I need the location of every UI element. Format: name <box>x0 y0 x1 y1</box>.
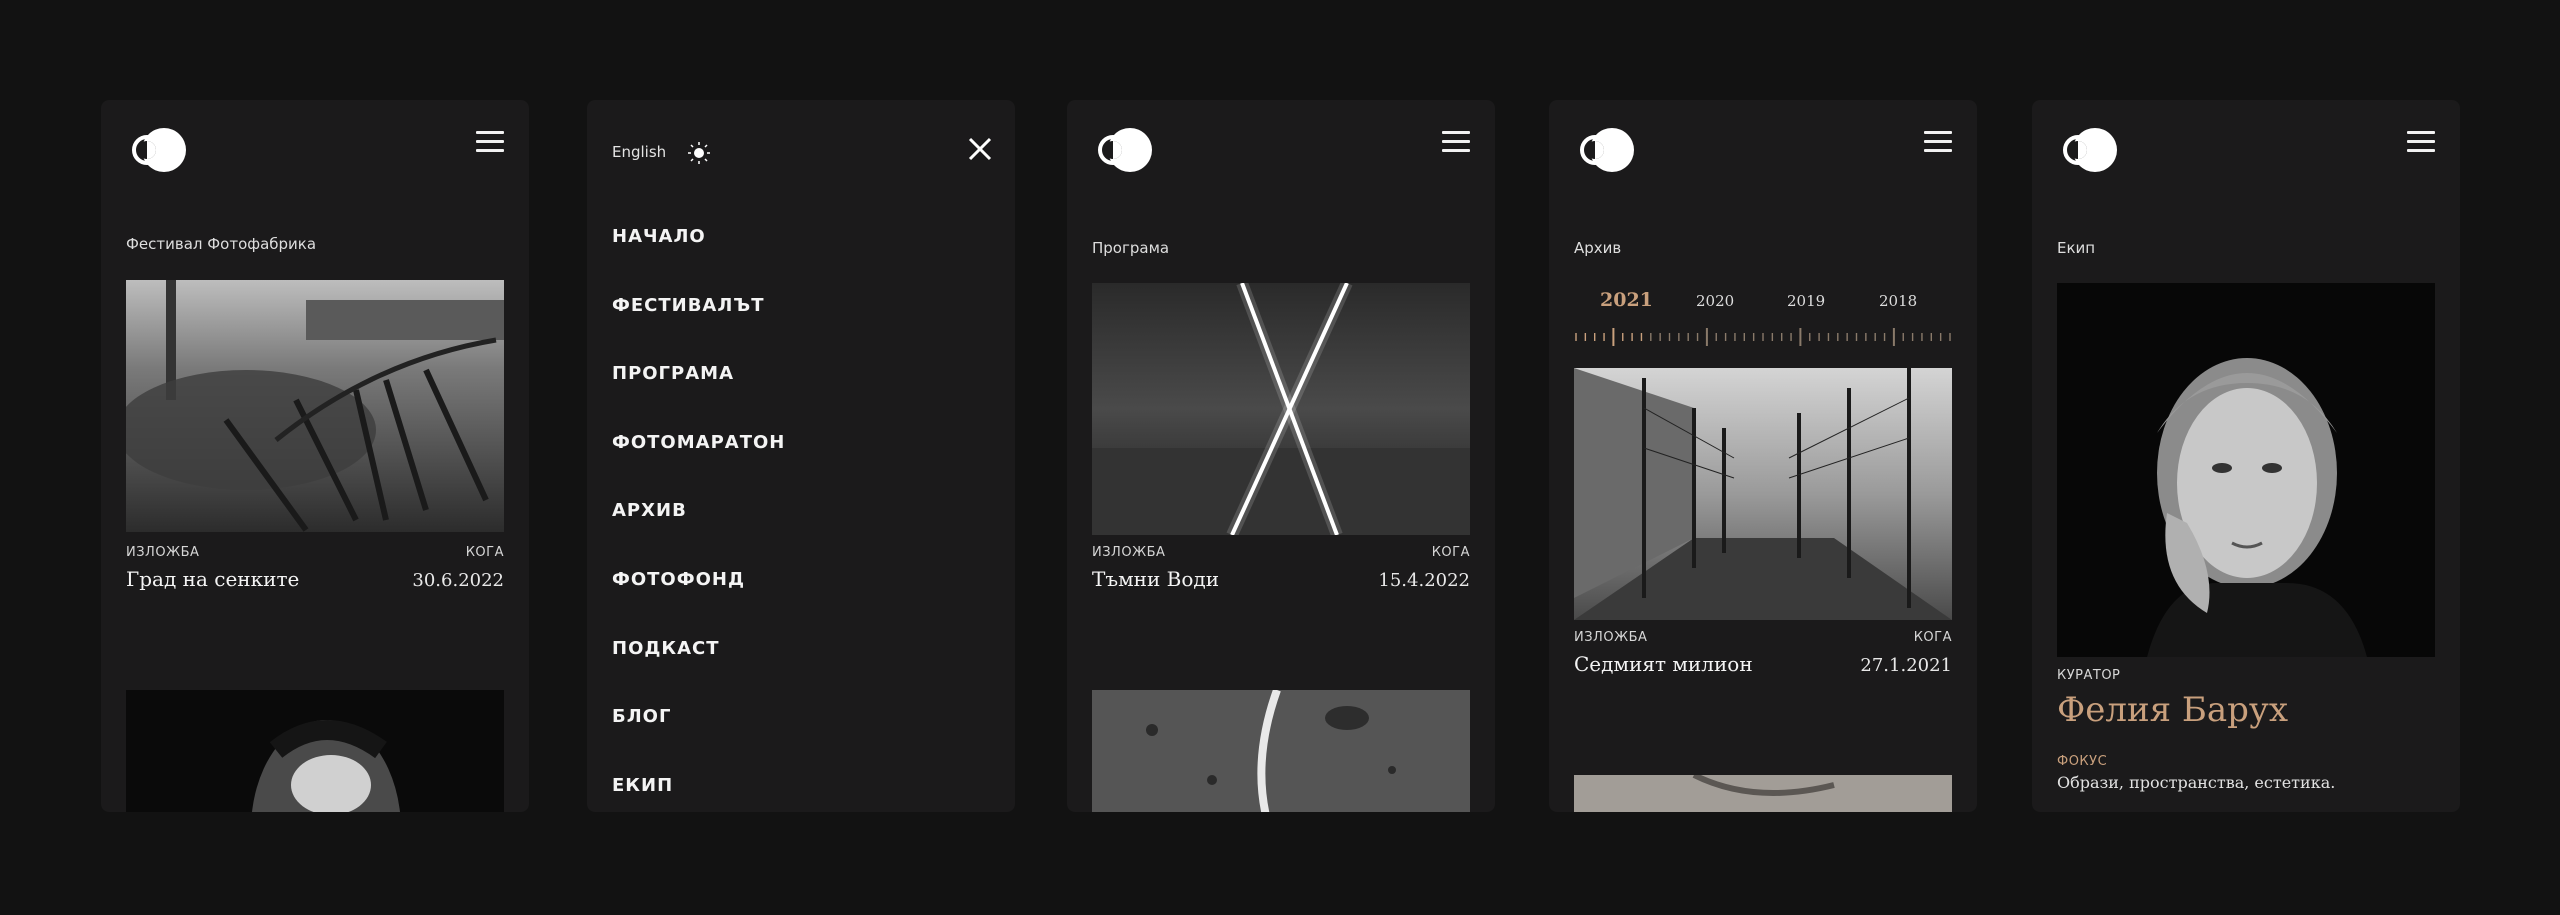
exhibition-meta: ИЗЛОЖБА КОГА <box>1574 630 1952 645</box>
phone-screen-menu: English НАЧАЛО ФЕСТИВАЛЪТ ПРОГРАМА ФОТОМ… <box>587 100 1015 812</box>
when-label: КОГА <box>1431 545 1470 560</box>
nav-item-photomarathon[interactable]: ФОТОМАРАТОН <box>612 432 785 501</box>
when-label: КОГА <box>465 545 504 560</box>
nav-item-home[interactable]: НАЧАЛО <box>612 226 785 295</box>
phone-screen-archive: Архив 2021 2020 2019 2018 ИЗЛОЖБА КОГА С… <box>1549 100 1977 812</box>
close-icon[interactable] <box>967 136 993 162</box>
nav-item-photofund[interactable]: ФОТОФОНД <box>612 569 785 638</box>
year-timeline: 2021 2020 2019 2018 <box>1574 289 1952 316</box>
exhibition-date: 27.1.2021 <box>1860 655 1952 676</box>
person-name: Фелия Барух <box>2057 690 2289 730</box>
hamburger-menu-icon[interactable] <box>1442 131 1470 153</box>
nav-item-blog[interactable]: БЛОГ <box>612 706 785 775</box>
exhibition-photo[interactable] <box>1574 368 1952 620</box>
section-title: Екип <box>2057 239 2096 257</box>
logo-icon[interactable] <box>2057 125 2121 175</box>
exhibition-photo[interactable] <box>126 280 504 532</box>
timeline-scrubber[interactable] <box>1574 326 1952 348</box>
focus-label: ФОКУС <box>2057 754 2108 769</box>
phone-screen-program: Програма ИЗЛОЖБА КОГА Тъмни Води 15.4.20… <box>1067 100 1495 812</box>
hamburger-menu-icon[interactable] <box>1924 131 1952 153</box>
exhibition-photo-next[interactable] <box>126 690 504 812</box>
exhibition-meta: ИЗЛОЖБА КОГА <box>126 545 504 560</box>
nav-item-archive[interactable]: АРХИВ <box>612 500 785 569</box>
main-navigation: НАЧАЛО ФЕСТИВАЛЪТ ПРОГРАМА ФОТОМАРАТОН А… <box>612 226 785 812</box>
nav-item-program[interactable]: ПРОГРАМА <box>612 363 785 432</box>
year-2019[interactable]: 2019 <box>1787 292 1825 310</box>
kind-label: ИЗЛОЖБА <box>1574 630 1648 645</box>
sun-icon[interactable] <box>687 141 711 165</box>
nav-item-festival[interactable]: ФЕСТИВАЛЪТ <box>612 295 785 364</box>
exhibition-title[interactable]: Тъмни Води <box>1092 567 1219 591</box>
logo-icon[interactable] <box>1574 125 1638 175</box>
year-2021[interactable]: 2021 <box>1600 289 1653 311</box>
exhibition-photo-next[interactable] <box>1092 690 1470 812</box>
exhibition-caption[interactable]: Тъмни Води 15.4.2022 <box>1092 567 1470 591</box>
curator-portrait[interactable] <box>2057 283 2435 657</box>
exhibition-meta: ИЗЛОЖБА КОГА <box>1092 545 1470 560</box>
nav-item-podcast[interactable]: ПОДКАСТ <box>612 638 785 707</box>
year-2018[interactable]: 2018 <box>1879 292 1917 310</box>
nav-item-team[interactable]: ЕКИП <box>612 775 785 812</box>
logo-icon[interactable] <box>1092 125 1156 175</box>
section-title: Програма <box>1092 239 1170 257</box>
logo-icon[interactable] <box>126 125 190 175</box>
exhibition-title[interactable]: Седмият милион <box>1574 652 1753 676</box>
phone-screen-team: Екип КУРАТОР Фелия Барух ФОКУС Образи, п… <box>2032 100 2460 812</box>
exhibition-caption[interactable]: Седмият милион 27.1.2021 <box>1574 652 1952 676</box>
hamburger-menu-icon[interactable] <box>476 131 504 153</box>
section-title: Архив <box>1574 239 1622 257</box>
kind-label: ИЗЛОЖБА <box>1092 545 1166 560</box>
when-label: КОГА <box>1913 630 1952 645</box>
year-2020[interactable]: 2020 <box>1696 292 1734 310</box>
section-title: Фестивал Фотофабрика <box>126 235 317 253</box>
exhibition-date: 15.4.2022 <box>1378 570 1470 591</box>
exhibition-photo-next[interactable] <box>1574 775 1952 812</box>
language-switch[interactable]: English <box>612 143 666 161</box>
phone-screen-home: Фестивал Фотофабрика ИЗЛОЖБА КОГА Град н… <box>101 100 529 812</box>
kind-label: ИЗЛОЖБА <box>126 545 200 560</box>
exhibition-title[interactable]: Град на сенките <box>126 567 299 591</box>
exhibition-date: 30.6.2022 <box>412 570 504 591</box>
exhibition-photo[interactable] <box>1092 283 1470 535</box>
role-label: КУРАТОР <box>2057 668 2121 683</box>
focus-text: Образи, пространства, естетика. <box>2057 773 2336 792</box>
exhibition-caption[interactable]: Град на сенките 30.6.2022 <box>126 567 504 591</box>
hamburger-menu-icon[interactable] <box>2407 131 2435 153</box>
